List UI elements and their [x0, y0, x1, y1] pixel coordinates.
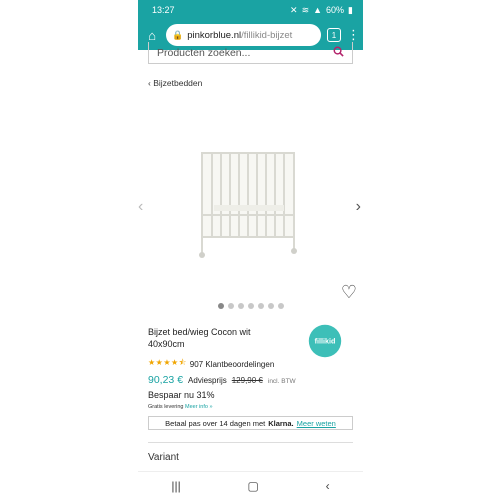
star-rating-icon: ★★★★⯪ — [148, 358, 187, 367]
product-gallery[interactable]: ‹ › ♡ — [138, 110, 363, 303]
wishlist-heart-icon[interactable]: ♡ — [341, 282, 357, 303]
breadcrumb-label: Bijzetbedden — [153, 78, 203, 88]
brand-logo[interactable]: fillikid — [307, 323, 343, 359]
gallery-dot[interactable] — [267, 303, 274, 309]
mute-icon: ✕ — [290, 4, 298, 15]
delivery-label: Gratis levering — [148, 404, 184, 410]
klarna-more-link[interactable]: Meer weten — [297, 419, 336, 428]
gallery-dot[interactable] — [237, 303, 244, 309]
gallery-dot[interactable] — [277, 303, 284, 309]
battery-text: 60% — [326, 5, 345, 15]
price-row: 90,23 € Adviesprijs 129,90 € incl. BTW — [148, 374, 296, 386]
status-icons: ✕ ≋ ▲ 60% ▮ — [290, 5, 353, 16]
wifi-icon: ≋ — [301, 4, 310, 15]
klarna-banner: Betaal pas over 14 dagen met Klarna. Mee… — [148, 416, 353, 430]
gallery-pagination — [138, 303, 363, 309]
saving-text: Bespaar nu 31% — [148, 390, 215, 400]
back-icon[interactable]: ‹ — [326, 479, 330, 493]
delivery-more-link[interactable]: Meer info » — [185, 404, 213, 410]
rating-row[interactable]: ★★★★⯪ 907 Klantbeoordelingen — [148, 357, 274, 371]
gallery-dot[interactable] — [227, 303, 234, 309]
product-title: Bijzet bed/wieg Cocon wit 40x90cm — [148, 327, 251, 349]
klarna-text: Betaal pas over 14 dagen met — [165, 418, 266, 428]
klarna-logo: Klarna. — [268, 418, 294, 428]
variant-heading[interactable]: Variant — [148, 452, 179, 463]
review-count: 907 Klantbeoordelingen — [189, 359, 275, 369]
lock-icon: 🔒 — [172, 29, 184, 40]
signal-icon: ▲ — [313, 5, 323, 15]
recent-apps-icon[interactable]: ||| — [171, 479, 180, 493]
gallery-next-arrow[interactable]: › — [356, 198, 361, 216]
chevron-left-icon: ‹ — [148, 78, 151, 88]
tab-switcher-button[interactable]: 1 — [327, 28, 341, 42]
search-input[interactable]: Producten zoeken... — [148, 42, 353, 64]
more-menu-icon[interactable]: ⋮ — [347, 27, 360, 43]
gallery-dot[interactable] — [247, 303, 254, 309]
current-price: 90,23 € — [148, 374, 184, 386]
gallery-dot[interactable] — [217, 303, 224, 309]
gallery-prev-arrow[interactable]: ‹ — [138, 198, 143, 216]
battery-icon: ▮ — [348, 4, 353, 15]
phone-screen: 13:27 ✕ ≋ ▲ 60% ▮ ⌂ 🔒 pinkorblue.nl/fill… — [138, 0, 363, 500]
advice-label: Adviesprijs — [188, 376, 227, 385]
old-price: 129,90 € — [231, 376, 263, 385]
search-icon[interactable] — [333, 46, 344, 60]
url-host: pinkorblue.nl — [187, 29, 242, 41]
delivery-info: Gratis levering Meer info » — [148, 404, 213, 410]
home-icon[interactable]: ⌂ — [144, 27, 160, 43]
product-image[interactable] — [188, 145, 308, 265]
breadcrumb[interactable]: ‹ Bijzetbedden — [148, 78, 202, 88]
status-time: 13:27 — [152, 5, 175, 15]
svg-text:fillikid: fillikid — [315, 337, 336, 346]
home-button-icon[interactable]: ▢ — [248, 479, 259, 493]
android-nav-bar: ||| ▢ ‹ — [138, 471, 363, 500]
status-bar: 13:27 ✕ ≋ ▲ 60% ▮ — [138, 0, 363, 20]
btw-label: incl. BTW — [267, 378, 296, 385]
divider — [148, 442, 353, 443]
url-path: /fillikid-bijzet — [241, 29, 293, 41]
gallery-dot[interactable] — [257, 303, 264, 309]
search-area: Producten zoeken... — [138, 42, 363, 66]
search-placeholder: Producten zoeken... — [157, 46, 251, 59]
